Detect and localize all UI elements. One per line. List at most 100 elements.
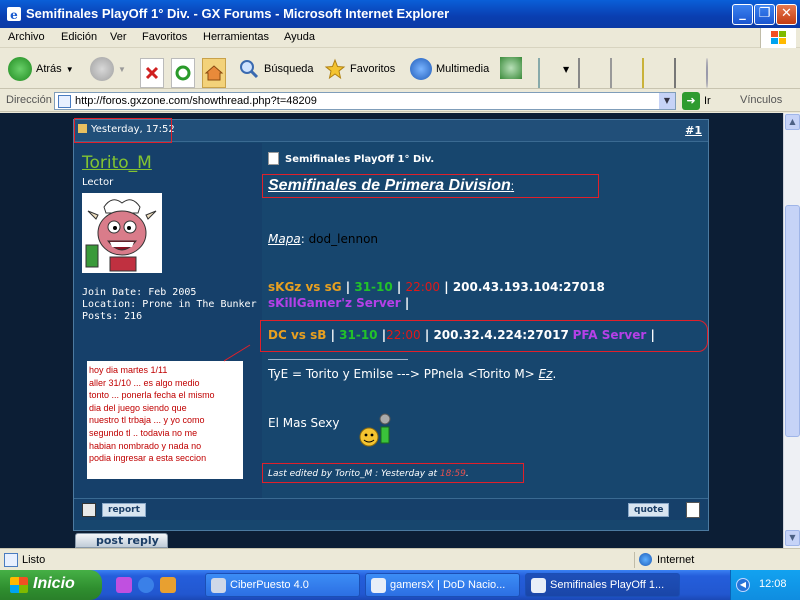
media-icon xyxy=(410,58,432,80)
scroll-down-icon[interactable]: ▼ xyxy=(785,530,800,546)
taskbar: Inicio CiberPuesto 4.0 gamersX | DoD Nac… xyxy=(0,570,800,600)
edit-post-icon[interactable] xyxy=(686,502,700,518)
favorites-label: Favoritos xyxy=(350,63,396,75)
user-title: Lector xyxy=(82,177,114,188)
match1-line: sKGz vs sG | 31-10 | 22:00 | 200.43.193.… xyxy=(268,280,605,294)
post-subject: Semifinales PlayOff 1° Div. xyxy=(268,152,434,165)
ie-page-icon xyxy=(531,578,546,593)
go-button[interactable]: ➜ Ir xyxy=(682,92,711,110)
multimedia-label: Multimedia xyxy=(436,63,490,75)
highlight-date-box xyxy=(74,118,172,143)
print-icon[interactable] xyxy=(578,58,580,88)
task-label: gamersX | DoD Nacio... xyxy=(390,579,506,591)
address-dropdown-icon[interactable]: ▼ xyxy=(659,93,675,109)
tray-expand-icon[interactable]: ◀ xyxy=(736,578,750,592)
menu-ver[interactable]: Ver xyxy=(110,31,127,43)
minimize-button[interactable]: _ xyxy=(732,4,753,25)
menu-herramientas[interactable]: Herramientas xyxy=(203,31,269,43)
vertical-scrollbar[interactable]: ▲ ▼ xyxy=(783,113,800,548)
menu-favoritos[interactable]: Favoritos xyxy=(142,31,187,43)
scroll-up-icon[interactable]: ▲ xyxy=(785,114,800,130)
report-button[interactable]: report xyxy=(102,503,146,517)
post-body: Semifinales PlayOff 1° Div. Semifinales … xyxy=(260,143,708,520)
map-value: dod_lennon xyxy=(308,232,379,246)
note-line: aller 31/10 ... es algo medio xyxy=(89,377,200,388)
match1-server-name: sKillGamer'z Server xyxy=(268,296,401,310)
quote-button[interactable]: quote xyxy=(628,503,670,517)
favorites-button[interactable]: Favoritos xyxy=(324,54,395,84)
forward-arrow-icon xyxy=(90,57,114,81)
map-colon: : xyxy=(300,232,305,246)
match1-separator: | xyxy=(392,280,406,294)
zone-text: Internet xyxy=(657,554,695,566)
post-number-link[interactable]: #1 xyxy=(685,124,702,137)
page-content: Yesterday, 17:52 #1 Torito_M Lector Join… xyxy=(0,113,783,548)
annotation-pointer xyxy=(224,344,251,362)
svg-text:e: e xyxy=(10,8,18,22)
match1-date: 31-10 xyxy=(354,280,393,294)
match1-server: 200.43.193.104:27018 xyxy=(452,280,605,294)
username-link[interactable]: Torito_M xyxy=(82,153,152,173)
menu-edicion[interactable]: Edición xyxy=(61,31,97,43)
window-title: Semifinales PlayOff 1° Div. - GX Forums … xyxy=(26,6,450,21)
back-dropdown-icon[interactable]: ▼ xyxy=(66,65,74,74)
tye-link[interactable]: Ez xyxy=(539,367,553,381)
address-bar: Dirección http://foros.gxzone.com/showth… xyxy=(0,90,800,112)
mail-dropdown-icon[interactable]: ▼ xyxy=(563,65,569,74)
task-ciberpuesto[interactable]: CiberPuesto 4.0 xyxy=(205,573,360,597)
note-line: nuestro tl trbaja ... y yo como xyxy=(89,415,205,426)
match1-separator: | xyxy=(440,280,453,294)
mail-icon[interactable] xyxy=(538,58,540,88)
links-button[interactable]: Vínculos xyxy=(740,94,782,106)
start-button[interactable]: Inicio xyxy=(0,570,102,600)
forward-dropdown-icon[interactable]: ▼ xyxy=(118,65,126,74)
sexy-line: El Mas Sexy xyxy=(268,416,340,430)
menu-ayuda[interactable]: Ayuda xyxy=(284,31,315,43)
task-gamersx[interactable]: gamersX | DoD Nacio... xyxy=(365,573,520,597)
system-tray: ◀ 12:08 xyxy=(730,570,800,600)
maximize-button[interactable]: ❐ xyxy=(754,4,775,25)
task-label: CiberPuesto 4.0 xyxy=(230,579,309,591)
user-panel: Torito_M Lector Join Date: Feb 2005 Loca… xyxy=(74,143,262,520)
stop-icon[interactable] xyxy=(140,58,164,88)
note-line: podia ingresar a esta seccion xyxy=(89,453,207,464)
forum-post: Yesterday, 17:52 #1 Torito_M Lector Join… xyxy=(73,118,709,531)
back-arrow-icon xyxy=(8,57,32,81)
cartoon-bull-avatar xyxy=(82,193,162,273)
messenger-icon[interactable] xyxy=(674,58,676,88)
quicklaunch-ie-icon[interactable] xyxy=(138,577,154,593)
match1-separator: | xyxy=(341,280,355,294)
security-zone: Internet xyxy=(634,552,782,568)
divider xyxy=(268,359,408,360)
history-icon[interactable] xyxy=(500,57,522,79)
quicklaunch-messenger-icon[interactable] xyxy=(160,577,176,593)
address-label: Dirección xyxy=(6,94,52,106)
home-icon[interactable] xyxy=(202,58,226,88)
annotation-note: hoy dia martes 1/11 aller 31/10 ... es a… xyxy=(87,361,243,479)
post-reply-button[interactable]: post reply xyxy=(75,533,168,548)
highlight-match2-box xyxy=(260,320,708,352)
toolbar: Atrás ▼ ▼ Búsqueda Favoritos Multimedia … xyxy=(0,49,800,89)
discuss-icon[interactable] xyxy=(642,58,644,88)
highlight-lastedit-box xyxy=(262,463,524,483)
internet-explorer-icon: e xyxy=(7,7,21,22)
forward-button[interactable]: ▼ xyxy=(90,54,126,84)
note-line: segundo tl .. todavia no me xyxy=(89,427,198,438)
ie-page-icon xyxy=(371,578,386,593)
menu-archivo[interactable]: Archivo xyxy=(8,31,45,43)
title-bar: e Semifinales PlayOff 1° Div. - GX Forum… xyxy=(0,0,800,28)
research-icon[interactable] xyxy=(706,58,708,88)
edit-icon[interactable] xyxy=(610,58,612,88)
user-location: Location: Prone in The Bunker xyxy=(82,299,257,310)
scroll-thumb[interactable] xyxy=(785,205,800,437)
multimedia-button[interactable]: Multimedia xyxy=(410,54,489,84)
task-semifinales[interactable]: Semifinales PlayOff 1... xyxy=(525,573,680,597)
avatar xyxy=(82,193,162,273)
search-button[interactable]: Búsqueda xyxy=(238,54,314,84)
back-button[interactable]: Atrás ▼ xyxy=(8,54,74,84)
quicklaunch-media-icon[interactable] xyxy=(116,577,132,593)
close-button[interactable]: ✕ xyxy=(776,4,797,25)
globe-icon xyxy=(639,553,652,566)
address-input[interactable]: http://foros.gxzone.com/showthread.php?t… xyxy=(54,92,676,110)
refresh-icon[interactable] xyxy=(171,58,195,88)
